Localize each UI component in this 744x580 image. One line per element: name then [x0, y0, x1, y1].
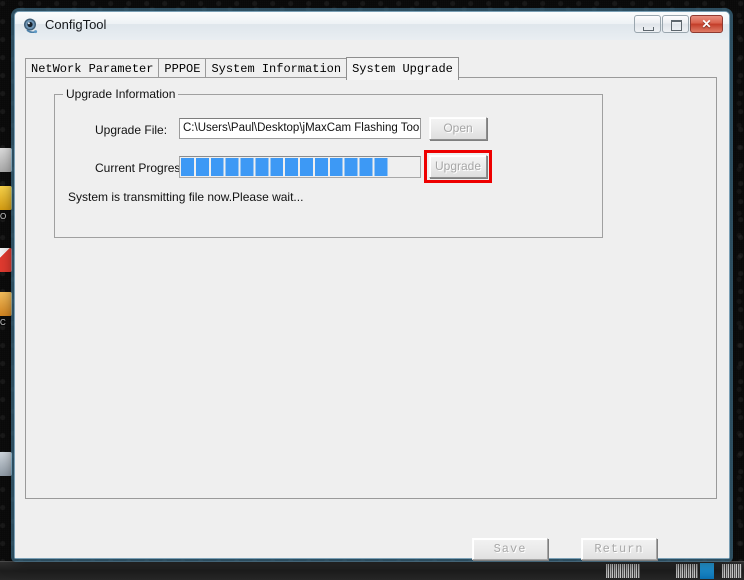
save-button[interactable]: Save — [472, 538, 548, 560]
taskbar-item-1[interactable] — [606, 564, 640, 578]
pdf-icon — [0, 248, 12, 272]
desktop-icon-4[interactable] — [0, 292, 12, 318]
return-button[interactable]: Return — [581, 538, 657, 560]
tab-strip: NetWork Parameter PPPOE System Informati… — [25, 57, 459, 80]
tab-system-information[interactable]: System Information — [205, 58, 348, 79]
upgrade-button[interactable]: Upgrade — [429, 155, 487, 178]
tab-system-upgrade[interactable]: System Upgrade — [346, 57, 459, 80]
progress-bar-fill — [181, 158, 389, 176]
upgrade-information-group: Upgrade Information Upgrade File: C:\Use… — [54, 87, 603, 238]
tab-panel-system-upgrade: Upgrade Information Upgrade File: C:\Use… — [25, 77, 717, 499]
taskbar-item-3[interactable] — [722, 564, 742, 578]
desktop-icon-5[interactable] — [0, 452, 12, 478]
upgrade-file-input[interactable]: C:\Users\Paul\Desktop\jMaxCam Flashing T… — [179, 118, 421, 139]
window-client-area: NetWork Parameter PPPOE System Informati… — [15, 40, 729, 560]
group-title: Upgrade Information — [63, 87, 179, 101]
upgrade-file-label: Upgrade File: — [95, 123, 168, 137]
generic-file-icon — [0, 148, 12, 172]
tab-pppoe[interactable]: PPPOE — [158, 58, 207, 79]
close-button[interactable]: ✕ — [690, 15, 723, 33]
close-icon: ✕ — [701, 17, 712, 31]
configtool-window: ConfigTool ✕ NetWork Parameter PPPOE Sys… — [14, 11, 730, 560]
maximize-icon — [670, 20, 682, 31]
open-button[interactable]: Open — [429, 117, 487, 140]
desktop-icon-1[interactable] — [0, 148, 12, 174]
taskbar[interactable] — [0, 561, 744, 580]
minimize-icon — [642, 27, 654, 31]
window-titlebar[interactable]: ConfigTool ✕ — [15, 12, 729, 41]
tab-network-parameter[interactable]: NetWork Parameter — [25, 58, 160, 79]
progress-bar — [179, 156, 421, 178]
drive-icon — [0, 452, 12, 476]
taskbar-item-2[interactable] — [676, 564, 698, 578]
desktop-icon-2-label: O — [0, 212, 7, 221]
desktop-icon-4-label: C — [0, 318, 6, 327]
webcam-icon — [24, 18, 38, 34]
desktop-icon-2[interactable] — [0, 186, 12, 212]
window-title: ConfigTool — [45, 17, 107, 32]
upgrade-file-value: C:\Users\Paul\Desktop\jMaxCam Flashing T… — [183, 122, 421, 134]
minimize-button[interactable] — [634, 15, 661, 33]
app-icon — [0, 292, 12, 316]
status-message: System is transmitting file now.Please w… — [68, 190, 304, 204]
folder-icon — [0, 186, 12, 210]
taskbar-active-item[interactable] — [700, 563, 714, 579]
tab-control: NetWork Parameter PPPOE System Informati… — [25, 57, 717, 499]
desktop-icon-3[interactable] — [0, 248, 12, 274]
current-progress-label: Current Progress: — [95, 161, 190, 175]
maximize-button[interactable] — [662, 15, 689, 33]
